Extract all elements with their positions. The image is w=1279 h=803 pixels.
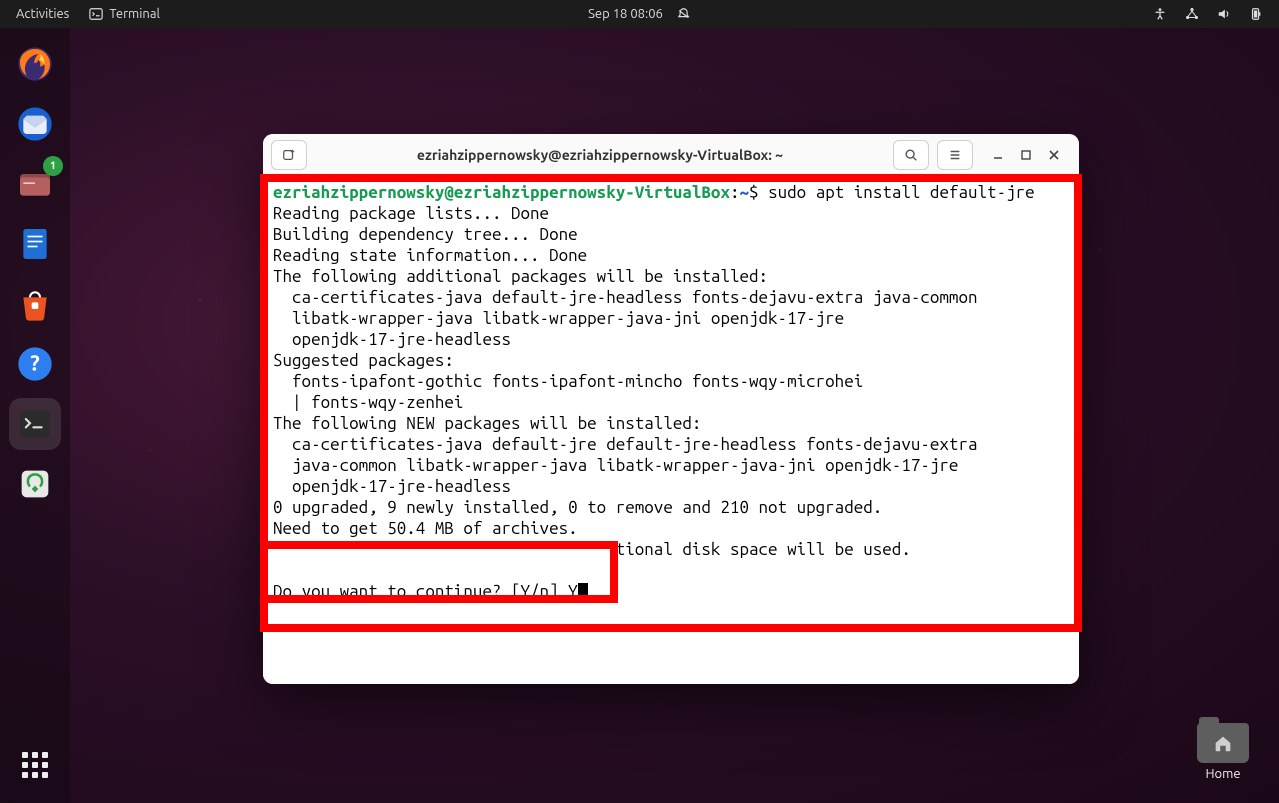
help-icon: ? — [15, 344, 55, 384]
output-line: 0 upgraded, 9 newly installed, 0 to remo… — [273, 498, 882, 517]
search-icon — [904, 148, 918, 162]
output-line: java-common libatk-wrapper-java libatk-w… — [273, 456, 958, 475]
desktop-home-icon[interactable]: Home — [1191, 723, 1255, 781]
output-line: ca-certificates-java default-jre default… — [273, 435, 977, 454]
show-apps-button[interactable] — [9, 739, 61, 791]
window-title: ezriahzippernowsky@ezriahzippernowsky-Vi… — [315, 147, 885, 163]
dock-files-badge: 1 — [43, 156, 63, 176]
output-line-partial — [273, 540, 606, 559]
dock-files[interactable]: 1 — [9, 158, 61, 210]
prompt-path: ~ — [740, 183, 750, 202]
output-line: openjdk-17-jre-headless — [273, 330, 511, 349]
dock-trash[interactable] — [9, 458, 61, 510]
output-line-tail: itional disk space will be used. — [606, 540, 911, 559]
notification-bell-icon[interactable] — [677, 7, 691, 21]
desktop-home-label: Home — [1205, 767, 1240, 781]
dock-thunderbird[interactable] — [9, 98, 61, 150]
terminal-icon — [89, 7, 103, 21]
network-icon[interactable] — [1185, 7, 1199, 21]
output-line: Reading package lists... Done — [273, 204, 549, 223]
command-text: sudo apt install default-jre — [768, 183, 1035, 202]
top-panel: Activities Terminal Sep 18 08:06 — [0, 0, 1279, 28]
close-button[interactable] — [1047, 148, 1061, 162]
terminal-body[interactable]: ezriahzippernowsky@ezriahzippernowsky-Vi… — [263, 176, 1079, 684]
trash-icon — [15, 464, 55, 504]
svg-text:?: ? — [30, 352, 40, 376]
folder-icon — [1197, 723, 1249, 763]
prompt-user-host: ezriahzippernowsky@ezriahzippernowsky-Vi… — [273, 183, 730, 202]
dock-firefox[interactable] — [9, 38, 61, 90]
new-tab-button[interactable] — [271, 140, 307, 170]
clock[interactable]: Sep 18 08:06 — [588, 7, 663, 21]
house-icon — [1212, 732, 1234, 754]
accessibility-icon[interactable] — [1153, 7, 1167, 21]
new-tab-icon — [282, 148, 296, 162]
terminal-app-icon — [15, 404, 55, 444]
output-line: fonts-ipafont-gothic fonts-ipafont-minch… — [273, 372, 863, 391]
volume-icon[interactable] — [1217, 7, 1231, 21]
app-menu-button[interactable]: Terminal — [89, 7, 160, 21]
dock-terminal[interactable] — [9, 398, 61, 450]
dock-help[interactable]: ? — [9, 338, 61, 390]
output-line: The following additional packages will b… — [273, 267, 768, 286]
continue-prompt: Do you want to continue? [Y/n] — [273, 582, 568, 601]
output-line: Building dependency tree... Done — [273, 225, 578, 244]
apps-grid-icon — [22, 752, 48, 778]
maximize-button[interactable] — [1019, 148, 1033, 162]
output-line: The following NEW packages will be insta… — [273, 414, 701, 433]
hamburger-icon — [948, 148, 962, 162]
dock: 1 ? — [0, 28, 70, 803]
output-line: openjdk-17-jre-headless — [273, 477, 511, 496]
output-line: Reading state information... Done — [273, 246, 587, 265]
terminal-cursor — [578, 583, 588, 601]
dock-writer[interactable] — [9, 218, 61, 270]
dock-software[interactable] — [9, 278, 61, 330]
minimize-icon — [992, 149, 1004, 161]
output-line: Need to get 50.4 MB of archives. — [273, 519, 578, 538]
minimize-button[interactable] — [991, 148, 1005, 162]
app-menu-label: Terminal — [109, 7, 160, 21]
hamburger-menu-button[interactable] — [937, 140, 973, 170]
output-line: | fonts-wqy-zenhei — [273, 393, 463, 412]
power-icon[interactable] — [1249, 7, 1263, 21]
shopping-bag-icon — [15, 284, 55, 324]
output-line: ca-certificates-java default-jre-headles… — [273, 288, 977, 307]
terminal-window: ezriahzippernowsky@ezriahzippernowsky-Vi… — [263, 134, 1079, 684]
output-line: libatk-wrapper-java libatk-wrapper-java-… — [273, 309, 844, 328]
document-icon — [15, 224, 55, 264]
prompt-symbol: $ — [749, 183, 759, 202]
continue-input: Y — [568, 582, 578, 601]
maximize-icon — [1020, 149, 1032, 161]
thunderbird-icon — [15, 104, 55, 144]
close-icon — [1048, 149, 1060, 161]
firefox-icon — [15, 44, 55, 84]
prompt-colon: : — [730, 183, 740, 202]
output-line: Suggested packages: — [273, 351, 454, 370]
window-titlebar[interactable]: ezriahzippernowsky@ezriahzippernowsky-Vi… — [263, 134, 1079, 176]
activities-button[interactable]: Activities — [16, 7, 69, 21]
search-button[interactable] — [893, 140, 929, 170]
